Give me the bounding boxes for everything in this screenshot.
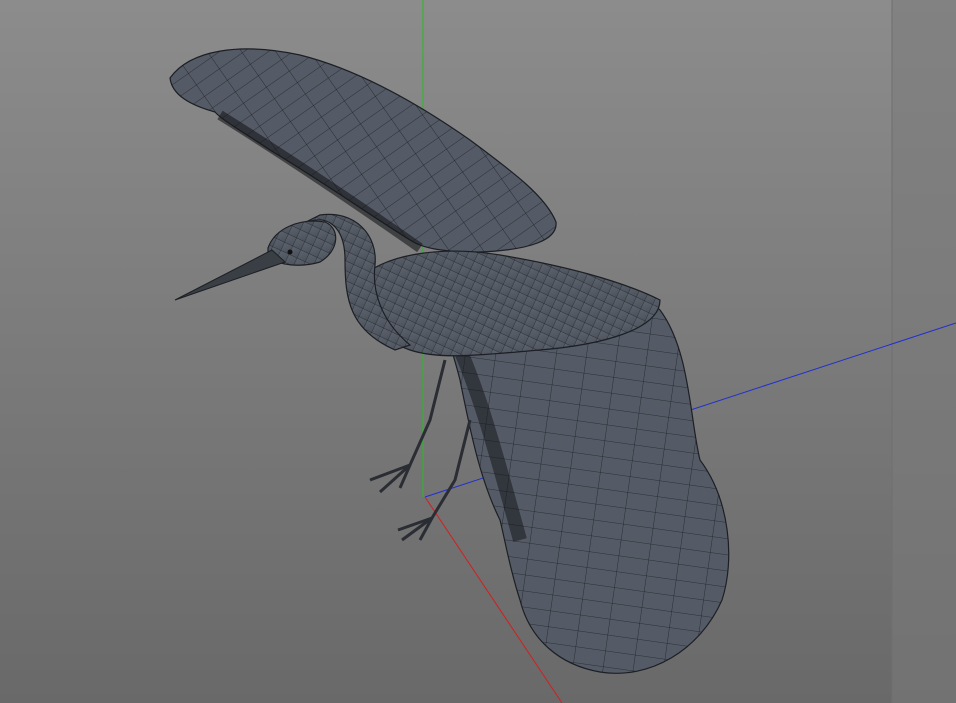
eye: [287, 249, 293, 255]
side-panel-strip: [892, 0, 956, 703]
viewport-canvas[interactable]: [0, 0, 956, 703]
3d-viewport[interactable]: [0, 0, 956, 703]
